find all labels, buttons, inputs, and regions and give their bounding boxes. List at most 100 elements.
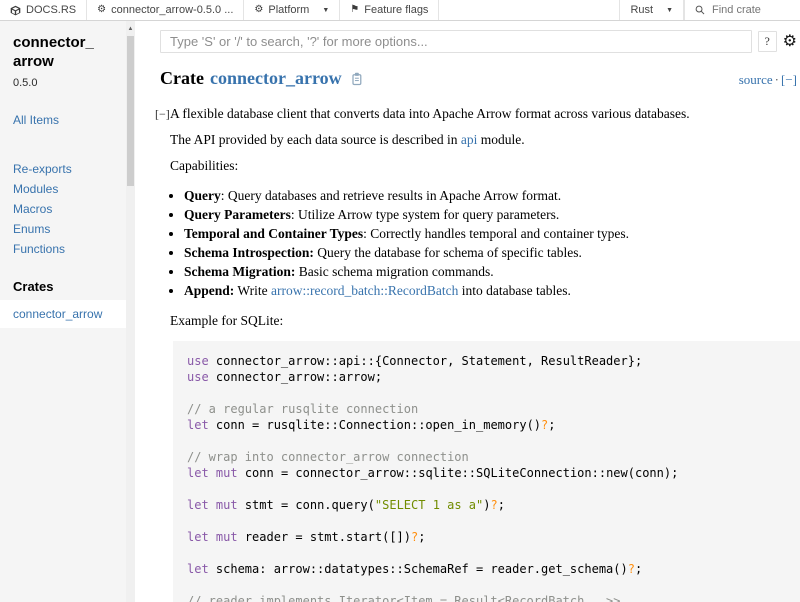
code-line xyxy=(187,577,800,593)
text-segment: : Utilize Arrow type system for query pa… xyxy=(291,207,559,222)
text-segment: ; xyxy=(548,418,555,432)
heading-links: source·[−] xyxy=(739,72,797,88)
heading-crate-link[interactable]: connector_arrow xyxy=(210,68,342,89)
text-segment: "SELECT 1 as a" xyxy=(375,498,483,512)
code-line: let mut stmt = conn.query("SELECT 1 as a… xyxy=(187,497,800,513)
code-line xyxy=(187,385,800,401)
chevron-down-icon: ▼ xyxy=(322,7,329,14)
capability-item: Schema Introspection: Query the database… xyxy=(184,245,800,261)
sidebar-all-items-link[interactable]: All Items xyxy=(13,113,126,127)
doc-link[interactable]: api xyxy=(461,132,478,147)
doc-collapse-toggle[interactable]: [−] xyxy=(155,106,170,602)
text-segment: Temporal and Container Types xyxy=(184,226,363,241)
text-segment: let xyxy=(187,466,209,480)
capability-item: Query: Query databases and retrieve resu… xyxy=(184,188,800,204)
platform-icon: ⚙ xyxy=(254,5,263,15)
text-segment: The API provided by each data source is … xyxy=(170,132,461,147)
code-line xyxy=(187,481,800,497)
scrollbar-thumb[interactable] xyxy=(127,36,134,186)
sidebar-item-modules[interactable]: Modules xyxy=(13,183,126,195)
platform-menu[interactable]: ⚙ Platform ▼ xyxy=(244,0,340,20)
capability-item: Schema Migration: Basic schema migration… xyxy=(184,264,800,280)
text-segment: // reader implements Iterator<Item = Res… xyxy=(187,594,620,602)
chevron-down-icon: ▼ xyxy=(666,7,673,14)
sidebar-item-re-exports[interactable]: Re-exports xyxy=(13,163,126,175)
help-button[interactable]: ? xyxy=(758,31,777,52)
text-segment: conn = connector_arrow::sqlite::SQLiteCo… xyxy=(238,466,679,480)
text-segment: use xyxy=(187,370,209,384)
crate-name-line1: connector_ xyxy=(13,33,126,52)
rust-version-label: Rust xyxy=(630,4,653,16)
find-crate-input[interactable] xyxy=(710,3,790,17)
search-input[interactable] xyxy=(160,30,752,53)
sidebar-item-functions[interactable]: Functions xyxy=(13,243,126,255)
text-segment xyxy=(209,530,216,544)
doc-link[interactable]: arrow::record_batch::RecordBatch xyxy=(271,283,458,298)
crate-menu-label: connector_arrow-0.5.0 ... xyxy=(111,4,233,16)
code-line: use connector_arrow::arrow; xyxy=(187,369,800,385)
feature-flags-menu[interactable]: ⚑ Feature flags xyxy=(340,0,439,20)
source-link[interactable]: source xyxy=(739,72,773,87)
crate-menu[interactable]: ⚙ connector_arrow-0.5.0 ... xyxy=(87,0,244,20)
text-segment: let xyxy=(187,562,209,576)
text-segment: mut xyxy=(216,498,238,512)
crate-docs: [−] A flexible database client that conv… xyxy=(155,106,797,602)
topbar-spacer xyxy=(439,0,619,20)
text-segment: schema: arrow::datatypes::SchemaRef = re… xyxy=(209,562,628,576)
sidebar-item-macros[interactable]: Macros xyxy=(13,203,126,215)
text-segment xyxy=(209,498,216,512)
code-line: let mut reader = stmt.start([])?; xyxy=(187,529,800,545)
text-segment: let xyxy=(187,498,209,512)
crate-version: 0.5.0 xyxy=(13,77,126,89)
page-body: connector_ arrow 0.5.0 All Items Re-expo… xyxy=(0,21,800,602)
text-segment xyxy=(209,466,216,480)
settings-gear-icon[interactable]: ⚙ xyxy=(783,34,797,50)
heading-prefix: Crate xyxy=(160,68,204,89)
text-segment: : Correctly handles temporal and contain… xyxy=(363,226,629,241)
capabilities-list: Query: Query databases and retrieve resu… xyxy=(170,188,800,299)
text-segment: let xyxy=(187,418,209,432)
text-segment: ) xyxy=(483,498,490,512)
scrollbar-up-arrow-icon[interactable]: ▲ xyxy=(126,21,135,32)
capabilities-label: Capabilities: xyxy=(170,158,800,174)
search-row: ? ⚙ xyxy=(160,30,797,53)
sidebar-crate-name[interactable]: connector_ arrow xyxy=(13,33,126,71)
copy-path-icon[interactable] xyxy=(350,72,363,86)
text-segment: module. xyxy=(477,132,524,147)
text-segment: Query the database for schema of specifi… xyxy=(314,245,582,260)
text-segment: into database tables. xyxy=(458,283,570,298)
text-segment: use xyxy=(187,354,209,368)
code-line: use connector_arrow::api::{Connector, St… xyxy=(187,353,800,369)
rust-version-menu[interactable]: Rust ▼ xyxy=(619,0,684,20)
text-segment: ; xyxy=(418,530,425,544)
text-segment: reader = stmt.start([]) xyxy=(238,530,411,544)
doc-paragraph: A flexible database client that converts… xyxy=(170,106,800,122)
text-segment: : Query databases and retrieve results i… xyxy=(221,188,561,203)
text-segment: // wrap into connector_arrow connection xyxy=(187,450,469,464)
example-label: Example for SQLite: xyxy=(170,313,800,329)
sidebar-selected-crate-row[interactable]: connector_arrow xyxy=(0,300,126,328)
capability-item: Temporal and Container Types: Correctly … xyxy=(184,226,800,242)
code-line: let mut conn = connector_arrow::sqlite::… xyxy=(187,465,800,481)
text-segment: Schema Migration: xyxy=(184,264,295,279)
text-segment: ? xyxy=(491,498,498,512)
code-line: // a regular rusqlite connection xyxy=(187,401,800,417)
docsrs-logo[interactable]: DOCS.RS xyxy=(0,0,87,20)
code-line xyxy=(187,433,800,449)
crate-icon: ⚙ xyxy=(97,5,106,15)
dot-separator: · xyxy=(775,72,779,87)
text-segment: connector_arrow::api::{Connector, Statem… xyxy=(209,354,642,368)
sidebar-crate-link-connector-arrow[interactable]: connector_arrow xyxy=(13,307,102,321)
text-segment: let xyxy=(187,530,209,544)
code-line: let conn = rusqlite::Connection::open_in… xyxy=(187,417,800,433)
code-line: // wrap into connector_arrow connection xyxy=(187,449,800,465)
text-segment: Schema Introspection: xyxy=(184,245,314,260)
find-crate-search xyxy=(684,0,800,20)
collapse-all-toggle[interactable]: [−] xyxy=(781,72,797,87)
text-segment: Basic schema migration commands. xyxy=(295,264,493,279)
text-segment: ; xyxy=(635,562,642,576)
sidebar-scrollbar[interactable]: ▲ xyxy=(126,21,135,602)
text-segment: Query xyxy=(184,188,221,203)
text-segment: stmt = conn.query( xyxy=(238,498,375,512)
sidebar-item-enums[interactable]: Enums xyxy=(13,223,126,235)
